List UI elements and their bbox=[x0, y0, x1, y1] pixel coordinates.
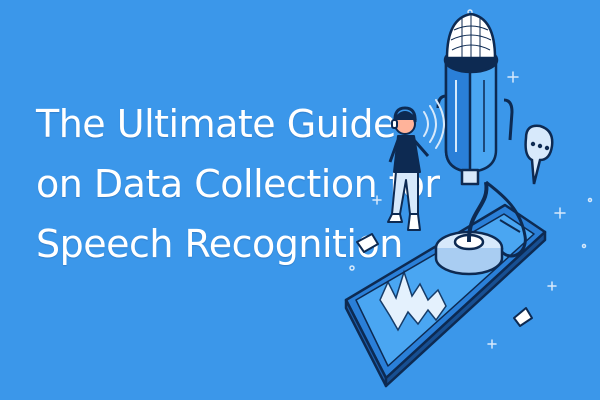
speech-bubble-icon bbox=[524, 124, 554, 185]
smartphone-icon bbox=[344, 203, 547, 388]
microphone-icon bbox=[436, 12, 514, 186]
speech-recognition-illustration bbox=[344, 9, 593, 388]
person-with-headphones-icon bbox=[387, 106, 430, 231]
audio-waves-icon bbox=[423, 99, 445, 149]
hero-banner: The Ultimate Guide on Data Collection fo… bbox=[0, 0, 600, 400]
